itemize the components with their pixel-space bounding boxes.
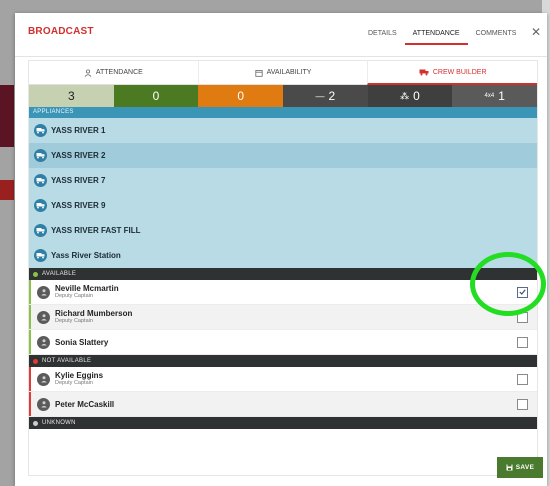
available-dot-icon xyxy=(33,271,38,277)
subtab-availability[interactable]: AVAILABILITY xyxy=(197,61,368,85)
stat-available: 0 xyxy=(113,85,199,107)
avatar-icon xyxy=(37,310,50,324)
modal-header: BROADCAST DETAILS ATTENDANCE COMMENTS ✕ xyxy=(15,13,547,57)
not-available-dot-icon xyxy=(33,358,38,364)
background-banner xyxy=(0,85,14,147)
truck-icon xyxy=(419,69,429,76)
avatar-icon xyxy=(37,372,50,386)
group-label: UNKNOWN xyxy=(42,420,76,426)
stat-total: 3 xyxy=(29,85,114,107)
group-label: AVAILABLE xyxy=(42,271,77,277)
appliances-header: APPLIANCES xyxy=(29,107,537,118)
minus-icon: — xyxy=(315,91,325,101)
fire-truck-icon xyxy=(34,199,47,212)
appliance-row[interactable]: YASS RIVER FAST FILL xyxy=(29,218,537,243)
group-header-available: AVAILABLE xyxy=(29,268,537,280)
person-row[interactable]: Peter McCaskill xyxy=(29,392,537,417)
group-label: NOT AVAILABLE xyxy=(42,358,92,364)
appliance-name: YASS RIVER 2 xyxy=(51,151,106,160)
person-name: Peter McCaskill xyxy=(55,399,115,409)
sub-tabs: ATTENDANCE AVAILABILITY CREW BUILDER xyxy=(29,61,537,85)
person-row[interactable]: Kylie Eggins Deputy Captain xyxy=(29,367,537,392)
fire-truck-icon xyxy=(34,174,47,187)
save-label: SAVE xyxy=(515,464,535,471)
attendance-panel: ATTENDANCE AVAILABILITY CREW BUILDER 3 0… xyxy=(28,60,538,476)
modal-title: BROADCAST xyxy=(28,26,94,37)
group-header-not-available: NOT AVAILABLE xyxy=(29,355,537,367)
fire-truck-icon xyxy=(34,224,47,237)
appliance-row[interactable]: YASS RIVER 7 xyxy=(29,168,537,193)
assign-checkbox[interactable] xyxy=(517,311,528,323)
modal-tabs: DETAILS ATTENDANCE COMMENTS xyxy=(360,30,524,45)
group-icon: ⁂ xyxy=(400,90,410,101)
calendar-icon xyxy=(254,69,263,77)
appliance-row[interactable]: Yass River Station xyxy=(29,243,537,268)
status-bar xyxy=(29,330,31,354)
stat-pending-value: 0 xyxy=(237,89,245,103)
stat-4x4-value: 1 xyxy=(498,89,505,103)
assign-checkbox[interactable] xyxy=(517,373,528,385)
stats-bar: 3 0 0 —2 ⁂ 0 4x4 1 xyxy=(29,85,537,107)
person-name: Richard Mumberson xyxy=(55,309,133,318)
person-name: Kylie Eggins xyxy=(55,371,104,380)
person-role: Deputy Captain xyxy=(55,293,93,299)
person-name: Neville Mcmartin xyxy=(55,284,119,293)
appliance-name: YASS RIVER 9 xyxy=(51,201,106,210)
stat-available-value: 0 xyxy=(152,89,160,103)
person-role: Deputy Captain xyxy=(55,318,93,324)
tab-attendance[interactable]: ATTENDANCE xyxy=(404,30,468,45)
appliance-name: YASS RIVER FAST FILL xyxy=(51,226,141,235)
avatar-icon xyxy=(37,285,50,299)
person-row[interactable]: Neville Mcmartin Deputy Captain xyxy=(29,280,537,305)
tab-details[interactable]: DETAILS xyxy=(360,30,405,45)
tab-comments[interactable]: COMMENTS xyxy=(468,30,525,45)
unknown-dot-icon xyxy=(33,420,38,426)
close-icon[interactable]: ✕ xyxy=(531,25,541,39)
appliance-row[interactable]: YASS RIVER 9 xyxy=(29,193,537,218)
status-bar xyxy=(29,392,31,416)
stat-crew: ⁂ 0 xyxy=(367,85,453,107)
status-bar xyxy=(29,305,31,329)
subtab-availability-label: AVAILABILITY xyxy=(266,69,312,76)
fire-truck-icon xyxy=(34,249,47,262)
stat-not-available-value: 2 xyxy=(328,89,336,103)
appliance-name: YASS RIVER 7 xyxy=(51,176,106,185)
status-bar xyxy=(29,280,31,304)
subtab-attendance-label: ATTENDANCE xyxy=(95,69,143,76)
subtab-attendance[interactable]: ATTENDANCE xyxy=(29,61,198,85)
stat-not-available: —2 xyxy=(283,85,368,107)
status-bar xyxy=(29,367,31,391)
stat-crew-value: 0 xyxy=(413,89,420,103)
assign-checkbox[interactable] xyxy=(517,336,528,348)
person-row[interactable]: Richard Mumberson Deputy Captain xyxy=(29,305,537,330)
checkmark-icon xyxy=(519,289,526,295)
group-header-unknown: UNKNOWN xyxy=(29,417,537,429)
appliance-name: YASS RIVER 1 xyxy=(51,126,106,135)
save-icon xyxy=(506,464,513,471)
fire-truck-icon xyxy=(34,124,47,137)
stat-4x4: 4x4 1 xyxy=(452,85,537,107)
four-by-four-icon: 4x4 xyxy=(484,93,495,99)
avatar-icon xyxy=(37,397,50,411)
stat-total-value: 3 xyxy=(67,89,75,103)
save-button[interactable]: SAVE xyxy=(497,457,543,478)
assign-checkbox[interactable] xyxy=(517,286,528,298)
subtab-crew-builder[interactable]: CREW BUILDER xyxy=(367,61,537,85)
person-icon xyxy=(84,68,92,77)
person-name: Sonia Slattery xyxy=(55,337,109,347)
assign-checkbox[interactable] xyxy=(517,398,528,410)
person-row[interactable]: Sonia Slattery xyxy=(29,330,537,355)
broadcast-modal: BROADCAST DETAILS ATTENDANCE COMMENTS ✕ … xyxy=(15,13,547,486)
appliance-row[interactable]: YASS RIVER 1 xyxy=(29,118,537,143)
fire-truck-icon xyxy=(34,149,47,162)
subtab-crew-builder-label: CREW BUILDER xyxy=(432,68,487,76)
background-accent xyxy=(0,180,14,200)
avatar-icon xyxy=(37,335,50,349)
person-role: Deputy Captain xyxy=(55,380,93,386)
appliance-name: Yass River Station xyxy=(51,251,121,260)
appliance-row[interactable]: YASS RIVER 2 xyxy=(29,143,537,168)
stat-pending: 0 xyxy=(198,85,284,107)
